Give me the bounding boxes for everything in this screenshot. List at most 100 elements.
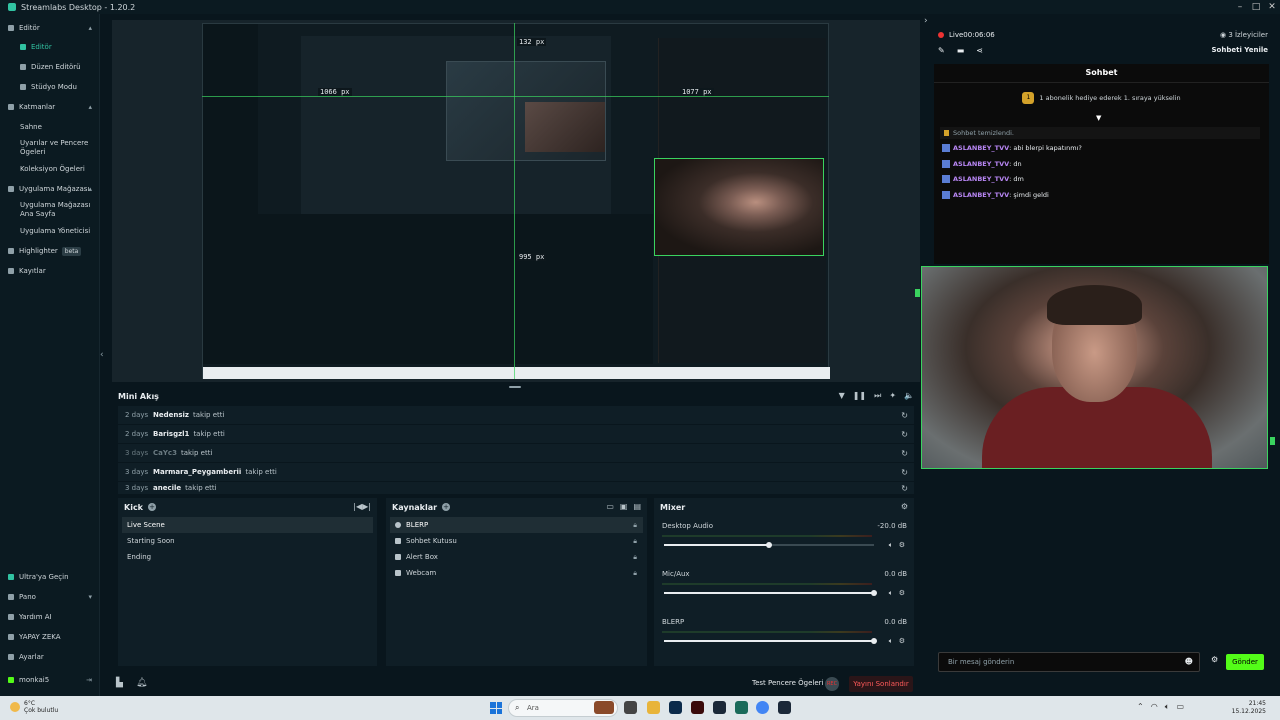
task-view-icon[interactable] bbox=[624, 701, 637, 714]
notifications-icon[interactable]: 🔔︎ bbox=[136, 678, 147, 688]
skip-icon[interactable]: ⏭ bbox=[874, 391, 881, 401]
pencil-icon[interactable]: ✎ bbox=[938, 46, 945, 55]
scene-collection-title[interactable]: Kick bbox=[124, 503, 143, 512]
file-explorer-icon[interactable] bbox=[647, 701, 660, 714]
volume-slider[interactable] bbox=[664, 638, 877, 644]
end-stream-button[interactable]: Yayını Sonlandır bbox=[849, 676, 913, 692]
sidebar-item-scene[interactable]: Sahne bbox=[0, 120, 100, 134]
add-source-button[interactable]: + bbox=[442, 503, 451, 511]
scene-item-ending[interactable]: Ending bbox=[122, 549, 373, 565]
performance-icon[interactable]: ▙ bbox=[116, 678, 123, 688]
add-scene-button[interactable]: + bbox=[148, 503, 157, 511]
share-icon[interactable]: ⋖ bbox=[976, 46, 983, 55]
sidebar-item-account[interactable]: monkai5 ⇥ bbox=[0, 673, 100, 687]
collapse-chat-icon[interactable]: › bbox=[924, 16, 928, 26]
replay-icon[interactable]: ↻ bbox=[901, 411, 908, 420]
sidebar-item-collections[interactable]: Koleksiyon Ögeleri bbox=[0, 162, 100, 176]
source-item-chatbox[interactable]: Sohbet Kutusu 🔒︎ bbox=[390, 533, 643, 549]
battery-icon[interactable]: ▭ bbox=[1177, 702, 1185, 712]
webcam-preview[interactable] bbox=[921, 266, 1268, 469]
sidebar-item-help-ai[interactable]: Yardım AI bbox=[0, 610, 100, 624]
close-icon[interactable]: ✕ bbox=[1264, 0, 1280, 14]
chat-settings-icon[interactable]: ⚙ bbox=[1211, 655, 1218, 664]
speaker-icon[interactable]: 🔈︎ bbox=[889, 541, 893, 550]
sidebar-item-widgets[interactable]: Uyarılar ve Pencere Ögeleri bbox=[0, 139, 96, 159]
weather-widget[interactable]: 6°C Çok bulutlu bbox=[10, 700, 58, 714]
add-folder-icon[interactable]: ▣ bbox=[620, 502, 628, 511]
sidebar-item-layout-editor[interactable]: Düzen Editörü bbox=[0, 60, 100, 74]
volume-icon[interactable]: 🔈 bbox=[904, 391, 914, 401]
slider-knob[interactable] bbox=[871, 638, 877, 644]
volume-slider[interactable] bbox=[664, 590, 877, 596]
minimize-icon[interactable]: – bbox=[1232, 0, 1248, 14]
chat-message-input[interactable]: Bir mesaj gönderin ☻ bbox=[938, 652, 1200, 672]
popout-icon[interactable]: ▬ bbox=[957, 46, 965, 55]
steam-icon[interactable] bbox=[713, 701, 726, 714]
gear-icon[interactable]: ⚙ bbox=[899, 589, 905, 597]
wifi-icon[interactable]: ◠ bbox=[1151, 702, 1158, 712]
sidebar-group-appstore[interactable]: Uygulama Mağazası ▴ bbox=[0, 182, 100, 196]
steam-alt-icon[interactable] bbox=[778, 701, 791, 714]
filter-icon[interactable]: ▼ bbox=[839, 391, 845, 401]
record-button[interactable]: REC bbox=[825, 677, 839, 691]
mixer-settings-icon[interactable]: ⚙ bbox=[901, 502, 908, 511]
mute-alerts-icon[interactable]: ✦ bbox=[889, 391, 896, 401]
emoji-icon[interactable]: ☻ bbox=[1185, 653, 1193, 671]
lock-icon[interactable]: 🔒︎ bbox=[633, 537, 637, 546]
logout-icon[interactable]: ⇥ bbox=[86, 676, 92, 684]
sidebar-item-appstore-home[interactable]: Uygulama Mağazası Ana Sayfa bbox=[0, 201, 96, 221]
collapse-sidebar-icon[interactable]: ‹ bbox=[100, 350, 104, 360]
slider-knob[interactable] bbox=[871, 590, 877, 596]
scene-transitions-icon[interactable]: |◀▶| bbox=[353, 502, 371, 511]
sidebar-item-app-manager[interactable]: Uygulama Yöneticisi bbox=[0, 224, 100, 238]
lock-icon[interactable]: 🔒︎ bbox=[633, 569, 637, 578]
chevron-up-icon[interactable]: ⌃ bbox=[1137, 702, 1144, 712]
source-properties-icon[interactable]: ▭ bbox=[606, 502, 614, 511]
replay-icon[interactable]: ↻ bbox=[901, 484, 908, 493]
sidebar-item-ai[interactable]: YAPAY ZEKA bbox=[0, 630, 100, 644]
speaker-icon[interactable]: 🔈︎ bbox=[889, 589, 893, 598]
scene-item-starting[interactable]: Starting Soon bbox=[122, 533, 373, 549]
photoshop-icon[interactable] bbox=[669, 701, 682, 714]
widgets-icon[interactable] bbox=[594, 701, 614, 714]
replay-icon[interactable]: ↻ bbox=[901, 449, 908, 458]
pause-icon[interactable]: ❚❚ bbox=[853, 391, 866, 401]
sidebar-item-recordings[interactable]: Kayıtlar bbox=[0, 264, 100, 278]
chrome-icon[interactable] bbox=[756, 701, 769, 714]
windows-start-icon[interactable] bbox=[490, 702, 502, 714]
test-widgets-button[interactable]: Test Pencere Ögeleri bbox=[752, 679, 823, 687]
volume-icon[interactable]: 🔈︎ bbox=[1165, 702, 1170, 712]
replay-icon[interactable]: ↻ bbox=[901, 468, 908, 477]
sidebar-item-settings[interactable]: Ayarlar bbox=[0, 650, 100, 664]
sidebar-item-studio-mode[interactable]: Stüdyo Modu bbox=[0, 80, 100, 94]
speaker-icon[interactable]: 🔈︎ bbox=[889, 637, 893, 646]
lock-icon[interactable]: 🔒︎ bbox=[633, 553, 637, 562]
pinned-expand-icon[interactable]: ▼ bbox=[1096, 114, 1101, 122]
lock-icon[interactable]: 🔒︎ bbox=[633, 521, 637, 530]
sidebar-group-layers[interactable]: Katmanlar ▴ bbox=[0, 100, 100, 114]
webcam-source-selected[interactable] bbox=[654, 158, 824, 256]
resize-handle-right[interactable] bbox=[1270, 437, 1275, 445]
resize-handle-left[interactable] bbox=[915, 289, 920, 297]
illustrator-icon[interactable] bbox=[691, 701, 704, 714]
scene-item-live[interactable]: Live Scene bbox=[122, 517, 373, 533]
slider-knob[interactable] bbox=[766, 542, 772, 548]
taskbar-clock[interactable]: 21:45 15.12.2025 bbox=[1232, 700, 1266, 716]
sidebar-group-editor[interactable]: Editör ▴ bbox=[0, 21, 100, 35]
folder-icon[interactable]: ▤ bbox=[633, 502, 641, 511]
sidebar-item-ultra[interactable]: Ultra'ya Geçin bbox=[0, 570, 100, 584]
replay-icon[interactable]: ↻ bbox=[901, 430, 908, 439]
gear-icon[interactable]: ⚙ bbox=[899, 637, 905, 645]
sidebar-item-highlighter[interactable]: Highlighter beta bbox=[0, 244, 100, 258]
source-item-alertbox[interactable]: Alert Box 🔒︎ bbox=[390, 549, 643, 565]
send-button[interactable]: Gönder bbox=[1226, 654, 1264, 670]
streamlabs-taskbar-icon[interactable] bbox=[735, 701, 748, 714]
refresh-chat-button[interactable]: Sohbeti Yenile bbox=[1212, 46, 1268, 54]
gear-icon[interactable]: ⚙ bbox=[899, 541, 905, 549]
gift-sub-promo[interactable]: 11 abonelik hediye ederek 1. sıraya yüks… bbox=[934, 92, 1269, 104]
volume-slider[interactable] bbox=[664, 542, 874, 548]
source-item-webcam[interactable]: Webcam 🔒︎ bbox=[390, 565, 643, 581]
maximize-icon[interactable]: □ bbox=[1248, 0, 1264, 14]
source-item-blerp[interactable]: BLERP 🔒︎ bbox=[390, 517, 643, 533]
sidebar-item-editor[interactable]: Editör bbox=[0, 40, 100, 54]
